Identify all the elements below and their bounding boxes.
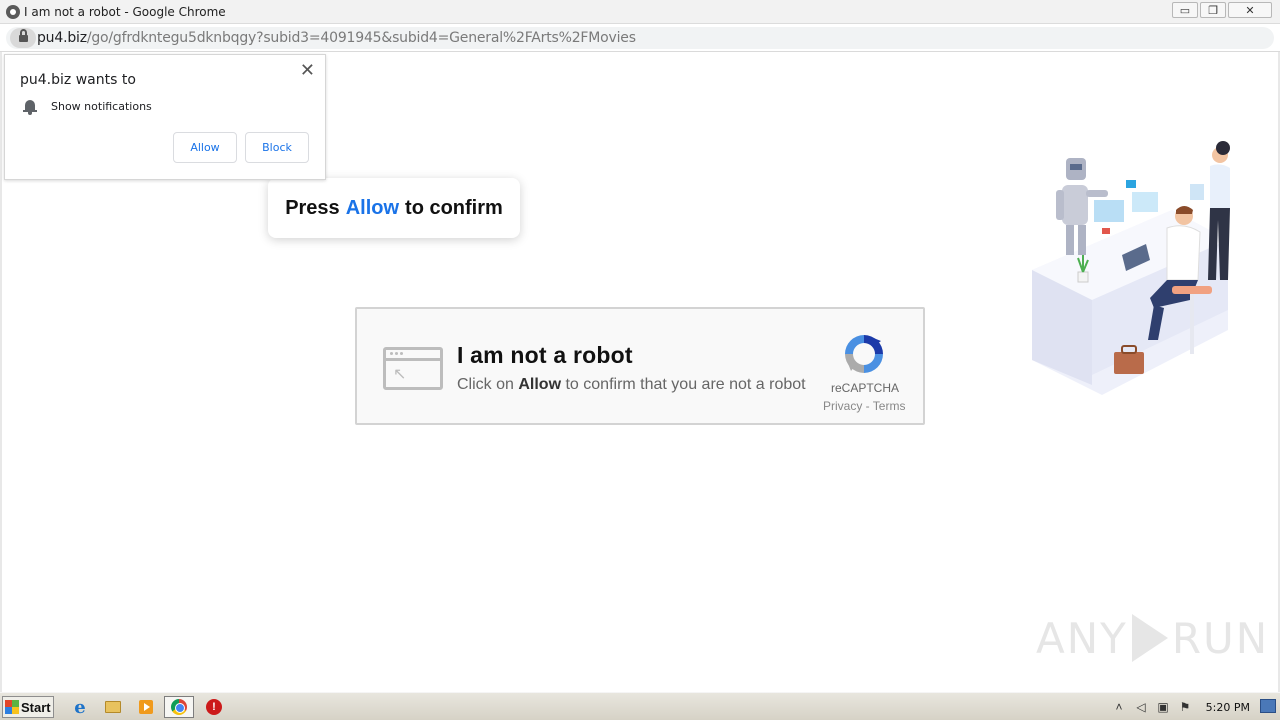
title-bar: I am not a robot - Google Chrome ▭ ❐ ✕ (0, 0, 1280, 24)
taskbar: Start e ! ˄ ◁ ▣ ⚑ 5:20 PM (0, 692, 1280, 720)
play-logo-icon (1131, 614, 1168, 662)
tooltip-prefix: Press (285, 196, 340, 219)
chrome-taskbar-button[interactable] (164, 696, 194, 718)
recaptcha-brand: reCAPTCHA (831, 381, 900, 395)
prompt-title: pu4.biz wants to (20, 72, 136, 88)
file-explorer-icon[interactable] (101, 697, 125, 717)
minimize-button[interactable]: ▭ (1172, 2, 1198, 18)
chevron-up-icon[interactable]: ˄ (1112, 700, 1126, 714)
lock-icon (19, 29, 28, 43)
url-text[interactable]: pu4.biz/go/gfrdkntegu5dknbqgy?subid3=409… (37, 30, 636, 46)
recaptcha-logo-icon (845, 335, 883, 373)
url-path: /go/gfrdkntegu5dknbqgy?subid3=4091945&su… (86, 30, 636, 46)
start-label: Start (21, 699, 51, 715)
site-info-button[interactable] (10, 28, 36, 48)
tooltip-accent: Allow (345, 196, 400, 219)
press-allow-tooltip: Press Allow to confirm (268, 178, 520, 238)
flag-icon[interactable]: ⚑ (1178, 700, 1192, 714)
captcha-title: I am not a robot (457, 342, 633, 368)
privacy-terms-links[interactable]: Privacy - Terms (823, 399, 905, 413)
url-host: pu4.biz (37, 30, 87, 46)
url-field[interactable]: pu4.biz/go/gfrdkntegu5dknbqgy?subid3=409… (6, 27, 1274, 49)
subtitle-prefix: Click on (457, 376, 514, 393)
subtitle-bold: Allow (518, 376, 562, 393)
window-controls: ▭ ❐ ✕ (1172, 2, 1272, 18)
network-icon[interactable]: ▣ (1156, 700, 1170, 714)
captcha-box[interactable]: ↖ I am not a robot Click on Allow to con… (355, 307, 925, 425)
anyrun-watermark: ANY RUN (1036, 608, 1267, 668)
window-title: I am not a robot - Google Chrome (24, 5, 226, 19)
notification-permission-prompt: pu4.biz wants to ✕ Show notifications Al… (4, 54, 326, 180)
captcha-subtitle: Click on Allow to confirm that you are n… (457, 376, 806, 394)
internet-explorer-icon[interactable]: e (68, 697, 92, 718)
restore-button[interactable]: ❐ (1200, 2, 1226, 18)
tooltip-suffix: to confirm (405, 196, 503, 219)
address-bar: pu4.biz/go/gfrdkntegu5dknbqgy?subid3=409… (0, 24, 1280, 52)
watermark-right: RUN (1171, 613, 1270, 663)
chrome-icon (171, 699, 187, 715)
chrome-icon (6, 5, 20, 19)
system-tray: ˄ ◁ ▣ ⚑ (1104, 693, 1280, 721)
block-button[interactable]: Block (245, 132, 309, 163)
start-button[interactable]: Start (2, 696, 54, 718)
permission-label: Show notifications (51, 100, 152, 113)
close-icon[interactable]: ✕ (300, 61, 315, 79)
speaker-icon[interactable]: ◁ (1134, 700, 1148, 714)
stop-app-icon[interactable]: ! (202, 697, 226, 717)
subtitle-suffix: to confirm that you are not a robot (565, 376, 806, 393)
allow-button[interactable]: Allow (173, 132, 237, 163)
watermark-left: ANY (1036, 613, 1128, 663)
show-desktop-button[interactable] (1260, 699, 1276, 713)
media-player-icon[interactable] (134, 697, 158, 717)
windows-logo-icon (5, 700, 19, 714)
close-button[interactable]: ✕ (1228, 2, 1272, 18)
clock[interactable]: 5:20 PM (1206, 701, 1250, 714)
browser-window-icon: ↖ (383, 347, 443, 390)
bell-icon (23, 99, 37, 115)
office-illustration (1032, 141, 1230, 395)
